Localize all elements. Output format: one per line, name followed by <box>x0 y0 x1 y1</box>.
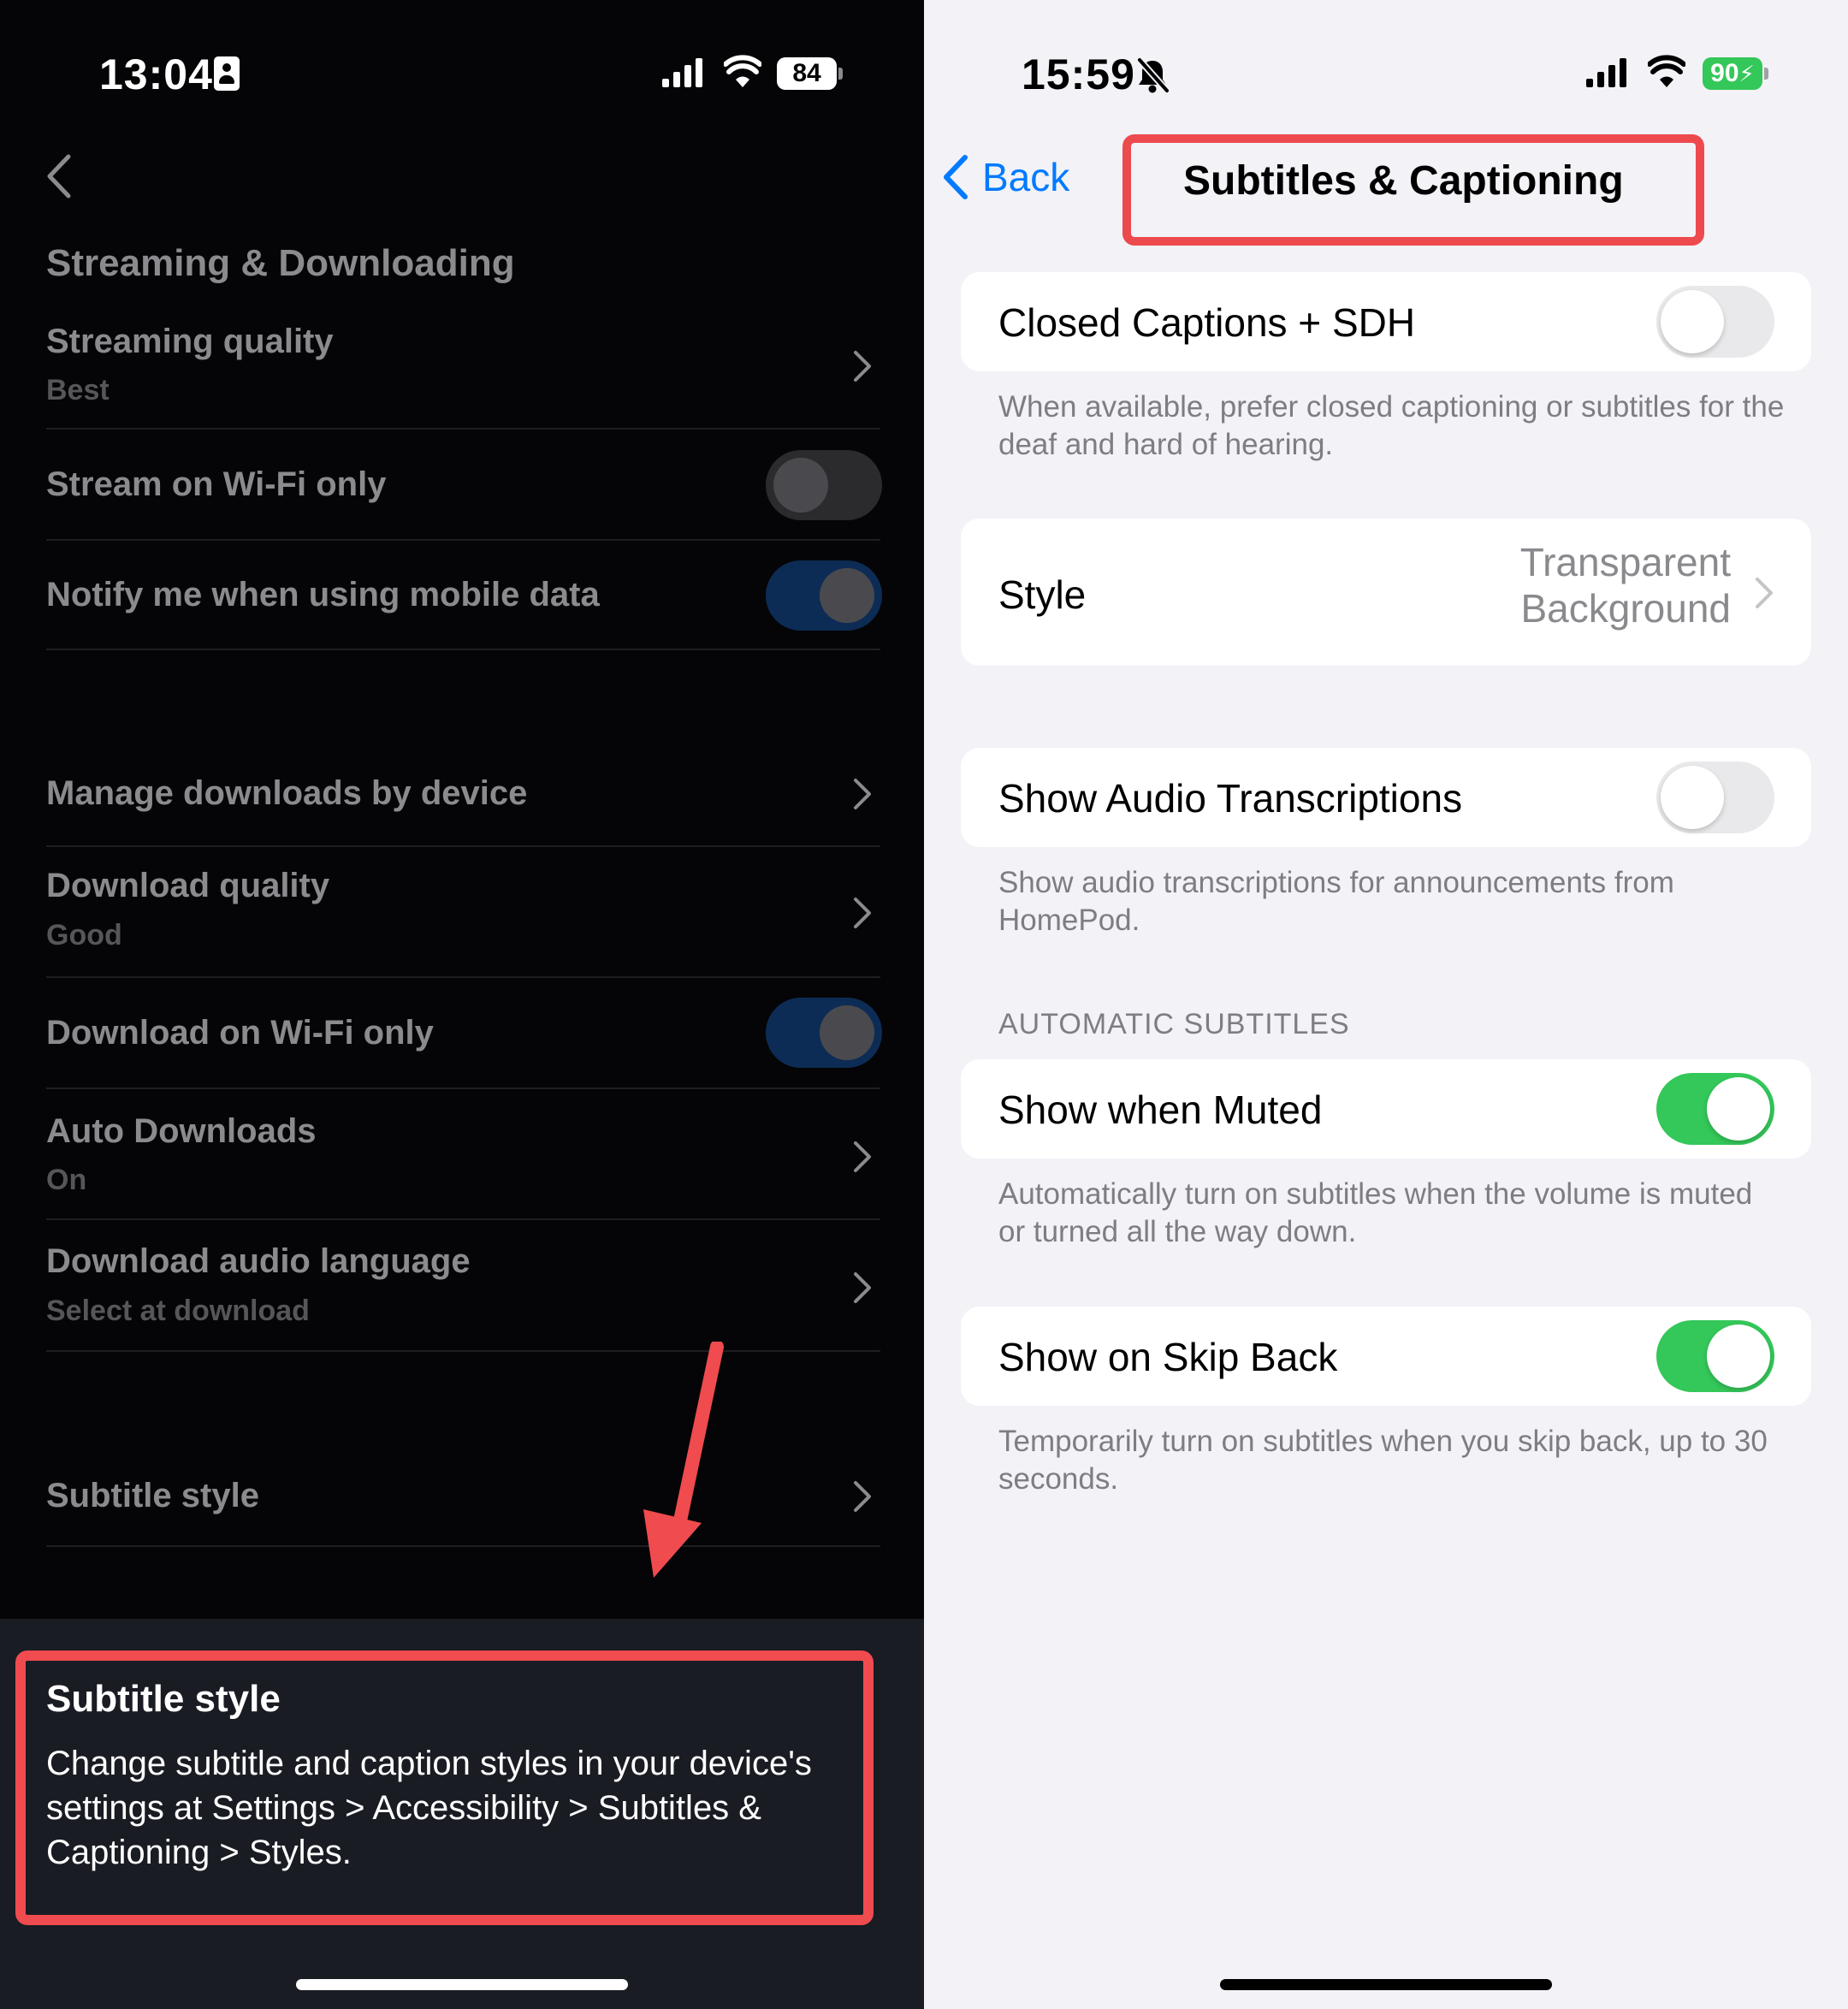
row-title: Subtitle style <box>46 1477 259 1514</box>
toggle-knob <box>820 568 874 623</box>
closed-captions-description: When available, prefer closed captioning… <box>998 390 1785 461</box>
chevron-right-icon <box>1756 578 1773 608</box>
charging-bolt-icon: ⚡ <box>1738 60 1755 86</box>
status-time: 13:04 <box>99 50 213 98</box>
red-arrow-annotation <box>643 1342 724 1578</box>
closed-captions-toggle[interactable] <box>1656 286 1774 358</box>
style-value-line1: Transparent <box>1519 540 1731 584</box>
sim-card-icon <box>214 56 240 91</box>
show-on-skip-back-card: Show on Skip Back <box>961 1307 1811 1406</box>
wifi-icon <box>724 55 761 87</box>
toggle-knob <box>773 458 828 513</box>
row-download-quality[interactable]: Download quality Good <box>46 847 880 978</box>
chevron-right-icon <box>854 351 871 382</box>
battery-icon: 84 <box>777 57 837 90</box>
audio-transcriptions-toggle[interactable] <box>1656 762 1774 833</box>
tooltip-body: Change subtitle and caption styles in yo… <box>46 1745 812 1871</box>
show-when-muted-label: Show when Muted <box>998 1087 1323 1132</box>
row-download-audio-language[interactable]: Download audio language Select at downlo… <box>46 1220 880 1352</box>
wifi-icon <box>1648 55 1685 87</box>
section-title: Streaming & Downloading <box>46 242 515 284</box>
row-title: Download quality <box>46 867 330 904</box>
back-button[interactable]: Back <box>943 154 1069 200</box>
row-subtitle: Good <box>46 919 122 951</box>
battery-level: 90 <box>1710 59 1739 87</box>
subtitles-captioning-screen: 15:59 90 ⚡ Back Subtitles & Captioning Cl… <box>924 0 1848 2009</box>
chevron-right-icon <box>854 1481 871 1512</box>
toggle-knob <box>1707 1077 1770 1141</box>
row-subtitle-style[interactable]: Subtitle style <box>46 1446 880 1547</box>
chevron-right-icon <box>854 779 871 809</box>
audio-transcriptions-description: Show audio transcriptions for announceme… <box>998 866 1674 937</box>
style-value: Transparent Background <box>1520 539 1731 631</box>
chevron-right-icon <box>854 1141 871 1172</box>
audio-transcriptions-card: Show Audio Transcriptions <box>961 748 1811 847</box>
back-chevron-icon[interactable] <box>46 154 72 199</box>
style-label: Style <box>998 572 1087 617</box>
cellular-signal-icon <box>1586 58 1626 87</box>
row-title: Stream on Wi-Fi only <box>46 465 387 503</box>
row-title: Streaming quality <box>46 323 334 360</box>
row-subtitle: On <box>46 1164 87 1196</box>
closed-captions-card: Closed Captions + SDH <box>961 272 1811 371</box>
style-value-line2: Background <box>1520 586 1732 631</box>
battery-nub <box>1764 68 1768 80</box>
battery-charging-icon: 90 ⚡ <box>1703 57 1762 90</box>
style-row[interactable]: Style Transparent Background <box>961 519 1811 666</box>
row-subtitle: Select at download <box>46 1295 310 1327</box>
battery-nub <box>838 68 843 80</box>
download-wifi-only-toggle[interactable] <box>766 998 882 1068</box>
row-title: Auto Downloads <box>46 1112 317 1150</box>
toggle-knob <box>1707 1325 1770 1388</box>
show-on-skip-back-toggle[interactable] <box>1656 1320 1774 1392</box>
show-on-skip-back-description: Temporarily turn on subtitles when you s… <box>998 1425 1768 1496</box>
tooltip-title: Subtitle style <box>46 1678 281 1720</box>
toggle-knob <box>1661 766 1724 829</box>
home-indicator <box>1220 1979 1552 1990</box>
show-when-muted-card: Show when Muted <box>961 1059 1811 1159</box>
closed-captions-label: Closed Captions + SDH <box>998 300 1416 345</box>
toggle-knob <box>820 1005 874 1060</box>
stream-wifi-only-toggle[interactable] <box>766 450 882 520</box>
row-streaming-quality[interactable]: Streaming quality Best <box>46 312 880 430</box>
row-auto-downloads[interactable]: Auto Downloads On <box>46 1089 880 1220</box>
back-label: Back <box>982 155 1070 199</box>
show-when-muted-description: Automatically turn on subtitles when the… <box>998 1177 1753 1248</box>
row-title: Manage downloads by device <box>46 774 528 812</box>
streaming-settings-screen: 13:04 84 Streaming & Downloading Streami… <box>0 0 924 2009</box>
audio-transcriptions-label: Show Audio Transcriptions <box>998 776 1463 821</box>
status-time: 15:59 <box>1022 50 1135 98</box>
bell-muted-icon <box>1136 56 1170 94</box>
row-title: Download on Wi-Fi only <box>46 1014 434 1052</box>
row-stream-wifi-only: Stream on Wi-Fi only <box>46 430 882 541</box>
row-manage-downloads[interactable]: Manage downloads by device <box>46 740 880 847</box>
toggle-knob <box>1661 290 1724 353</box>
automatic-subtitles-header: AUTOMATIC SUBTITLES <box>998 1008 1350 1040</box>
show-when-muted-toggle[interactable] <box>1656 1073 1774 1145</box>
back-chevron-icon <box>944 155 968 199</box>
chevron-right-icon <box>854 1272 871 1303</box>
home-indicator <box>296 1979 628 1990</box>
show-on-skip-back-label: Show on Skip Back <box>998 1335 1338 1379</box>
page-title: Subtitles & Captioning <box>1183 158 1624 204</box>
row-notify-mobile-data: Notify me when using mobile data <box>46 541 882 650</box>
row-title: Notify me when using mobile data <box>46 576 600 613</box>
battery-level: 84 <box>792 59 821 87</box>
notify-mobile-data-toggle[interactable] <box>766 560 882 631</box>
row-download-wifi-only: Download on Wi-Fi only <box>46 978 882 1089</box>
cellular-signal-icon <box>662 58 702 87</box>
row-subtitle: Best <box>46 374 110 406</box>
row-title: Download audio language <box>46 1242 471 1280</box>
chevron-right-icon <box>854 898 871 928</box>
